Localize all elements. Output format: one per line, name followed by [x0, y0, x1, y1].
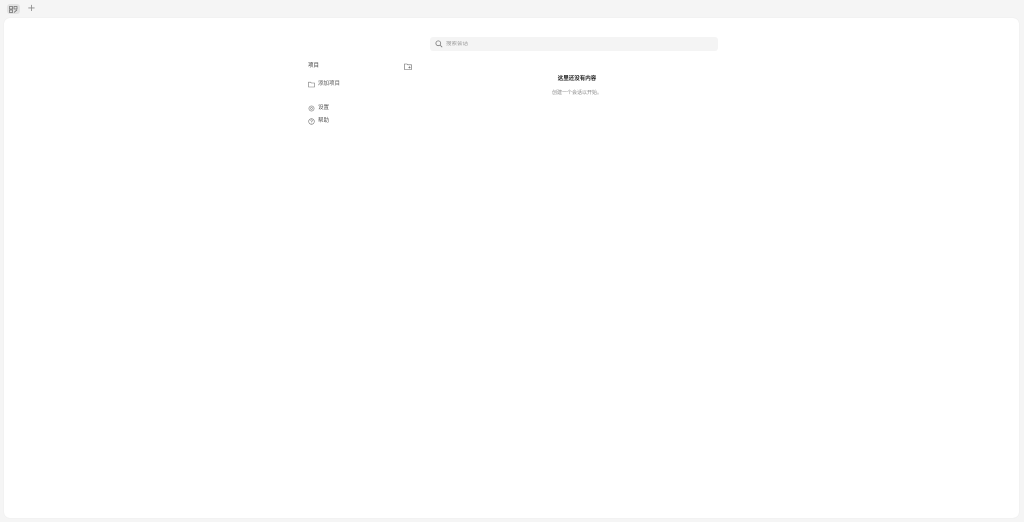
sidebar-item-help[interactable]: 帮助	[308, 117, 329, 125]
help-circle-icon	[308, 117, 315, 125]
sidebar-item-label: 设置	[318, 105, 330, 111]
gear-icon	[308, 105, 315, 112]
search-bar[interactable]	[430, 37, 718, 51]
sidebar-item-add-project[interactable]: 添加项目	[308, 80, 340, 88]
new-folder-button[interactable]	[404, 62, 412, 70]
tab-active[interactable]	[7, 4, 20, 14]
sidebar-item-settings[interactable]: 设置	[308, 104, 329, 112]
empty-state-subtitle: 创建一个会话以开始。	[551, 90, 602, 96]
sidebar-item-label: 帮助	[318, 118, 330, 124]
empty-state-title: 这里还没有内容	[557, 76, 597, 82]
sidebar-title: 项目	[308, 63, 320, 69]
sidebar-item-label: 添加项目	[318, 81, 341, 87]
add-tab-button[interactable]: +	[27, 3, 36, 14]
folder-plus-icon	[404, 63, 412, 70]
grid-edit-icon	[9, 5, 18, 13]
search-input[interactable]	[446, 41, 706, 47]
folder-icon	[308, 81, 315, 88]
tab-bar: +	[0, 0, 1024, 18]
search-icon	[435, 40, 443, 48]
